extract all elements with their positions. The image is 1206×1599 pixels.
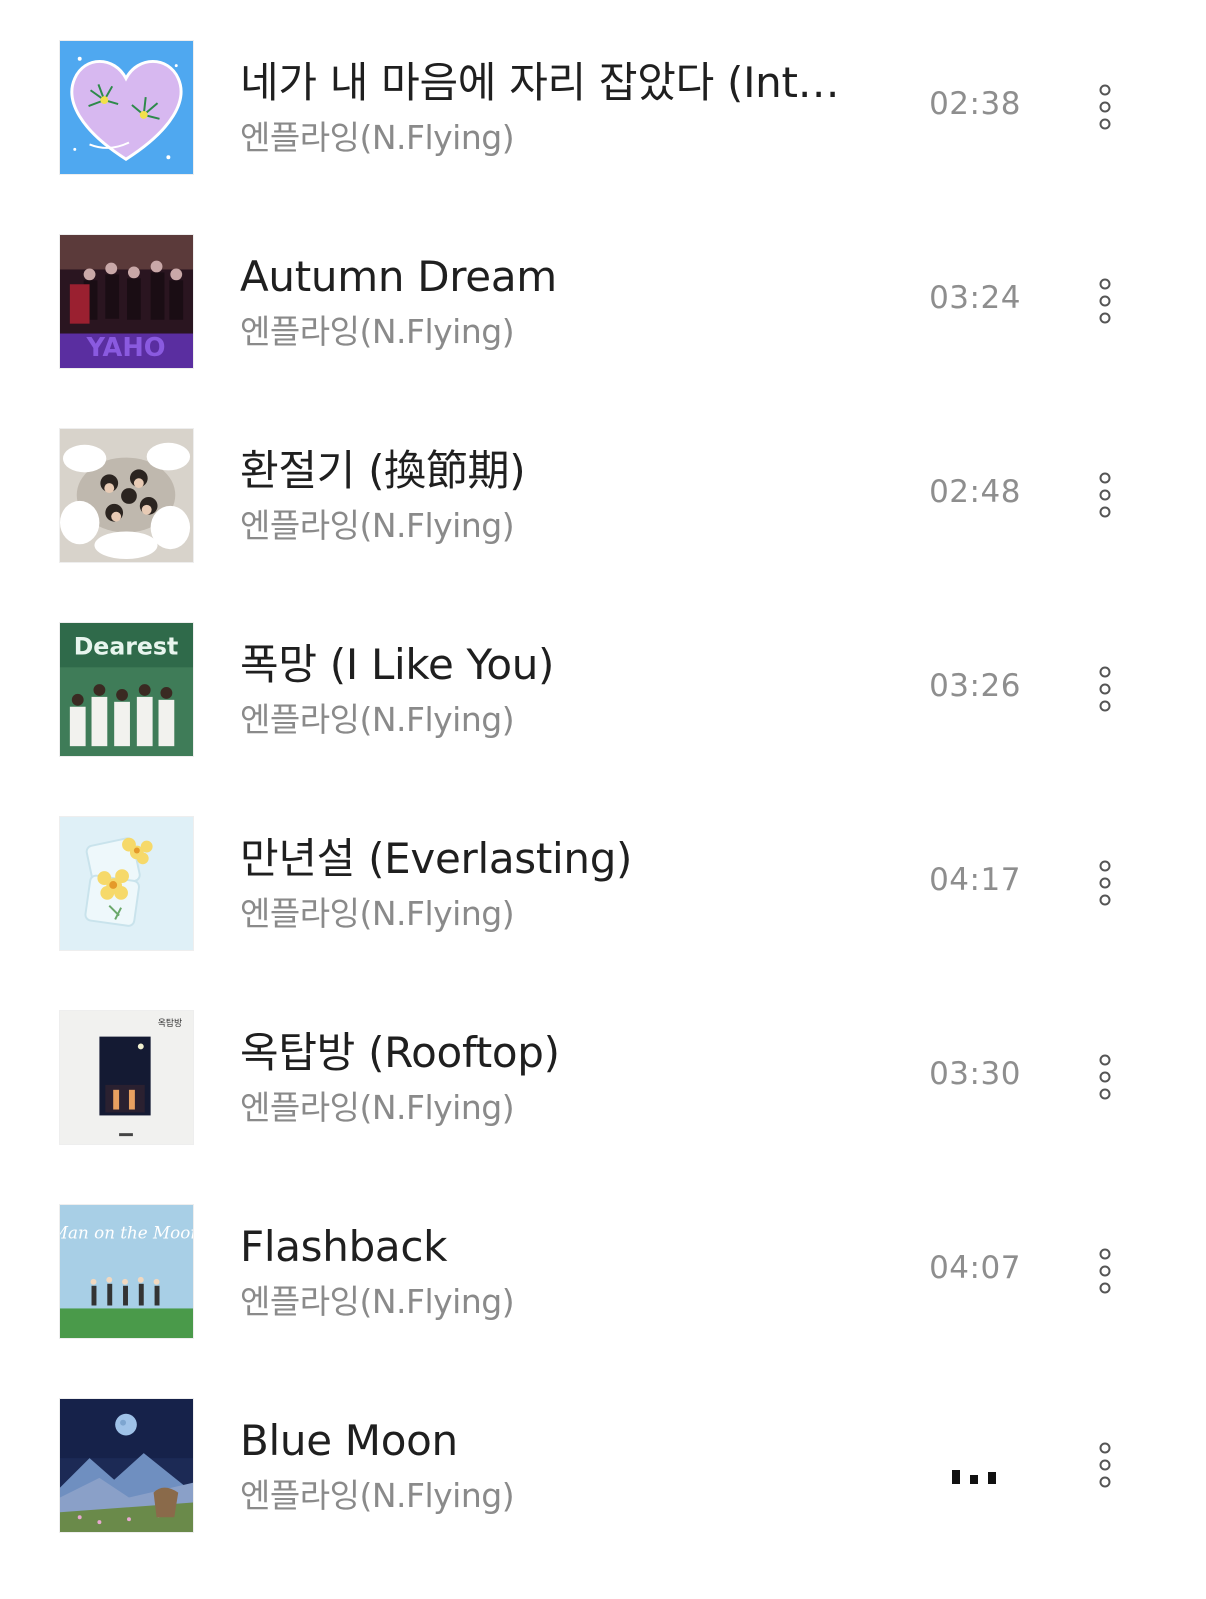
track-artist: 엔플라잉(N.Flying) bbox=[240, 1088, 515, 1127]
flower-ice-album-cover-icon bbox=[59, 816, 194, 951]
track-row[interactable]: 네가 내 마음에 자리 잡았다 (Int… 엔플라잉(N.Flying) 02:… bbox=[0, 0, 1206, 194]
more-vertical-icon bbox=[1099, 84, 1111, 130]
track-duration: 04:17 bbox=[929, 862, 1021, 898]
track-row[interactable]: 옥탑방 옥탑방 (Rooftop) 엔플라잉(N.Flying) 03:30 bbox=[0, 970, 1206, 1164]
more-options-button[interactable] bbox=[1085, 858, 1125, 908]
track-row[interactable]: 만년설 (Everlasting) 엔플라잉(N.Flying) 04:17 bbox=[0, 776, 1206, 970]
track-artist: 엔플라잉(N.Flying) bbox=[240, 312, 515, 351]
more-options-button[interactable] bbox=[1085, 1246, 1125, 1296]
track-row[interactable]: Man on the Moon Flashback 엔플라잉(N.Flying)… bbox=[0, 1164, 1206, 1358]
more-vertical-icon bbox=[1099, 860, 1111, 906]
equalizer-bars-icon bbox=[950, 1454, 1000, 1484]
more-vertical-icon bbox=[1099, 1442, 1111, 1488]
track-row[interactable]: 환절기 (換節期) 엔플라잉(N.Flying) 02:48 bbox=[0, 388, 1206, 582]
more-options-button[interactable] bbox=[1085, 82, 1125, 132]
more-options-button[interactable] bbox=[1085, 664, 1125, 714]
track-title: 만년설 (Everlasting) bbox=[240, 834, 633, 883]
track-row[interactable]: Dearest 폭망 (I Like You) 엔플라잉(N.Flying) 0… bbox=[0, 582, 1206, 776]
track-title: Autumn Dream bbox=[240, 252, 557, 301]
track-artist: 엔플라잉(N.Flying) bbox=[240, 1282, 515, 1321]
track-title: 네가 내 마음에 자리 잡았다 (Int… bbox=[240, 58, 840, 107]
track-duration: 02:48 bbox=[929, 474, 1021, 510]
track-duration: 04:07 bbox=[929, 1250, 1021, 1286]
track-title: 환절기 (換節期) bbox=[240, 446, 526, 495]
track-title: Blue Moon bbox=[240, 1416, 458, 1465]
heart-album-cover-icon bbox=[59, 40, 194, 175]
more-options-button[interactable] bbox=[1085, 276, 1125, 326]
track-duration: 03:30 bbox=[929, 1056, 1021, 1092]
band-photo-album-cover-icon bbox=[59, 428, 194, 563]
track-artist: 엔플라잉(N.Flying) bbox=[240, 700, 515, 739]
more-options-button[interactable] bbox=[1085, 1440, 1125, 1490]
yaho-album-cover-icon: YAHO bbox=[59, 234, 194, 369]
more-vertical-icon bbox=[1099, 1054, 1111, 1100]
track-artist: 엔플라잉(N.Flying) bbox=[240, 506, 515, 545]
track-artist: 엔플라잉(N.Flying) bbox=[240, 1476, 515, 1515]
dearest-album-cover-icon: Dearest bbox=[59, 622, 194, 757]
track-title: 옥탑방 (Rooftop) bbox=[240, 1028, 560, 1077]
more-options-button[interactable] bbox=[1085, 470, 1125, 520]
more-vertical-icon bbox=[1099, 666, 1111, 712]
track-duration: 02:38 bbox=[929, 86, 1021, 122]
more-vertical-icon bbox=[1099, 278, 1111, 324]
svg-text:YAHO: YAHO bbox=[85, 333, 165, 363]
svg-text:옥탑방: 옥탑방 bbox=[158, 1017, 182, 1029]
more-options-button[interactable] bbox=[1085, 1052, 1125, 1102]
svg-text:Man on the Moon: Man on the Moon bbox=[60, 1222, 193, 1242]
more-vertical-icon bbox=[1099, 472, 1111, 518]
blue-moon-album-cover-icon bbox=[59, 1398, 194, 1533]
track-row-now-playing[interactable]: Blue Moon 엔플라잉(N.Flying) bbox=[0, 1358, 1206, 1552]
track-duration: 03:26 bbox=[929, 668, 1021, 704]
track-artist: 엔플라잉(N.Flying) bbox=[240, 894, 515, 933]
track-row[interactable]: YAHO Autumn Dream 엔플라잉(N.Flying) 03:24 bbox=[0, 194, 1206, 388]
track-list: 네가 내 마음에 자리 잡았다 (Int… 엔플라잉(N.Flying) 02:… bbox=[0, 0, 1206, 1599]
rooftop-album-cover-icon: 옥탑방 bbox=[59, 1010, 194, 1145]
more-vertical-icon bbox=[1099, 1248, 1111, 1294]
track-duration: 03:24 bbox=[929, 280, 1021, 316]
man-on-the-moon-album-cover-icon: Man on the Moon bbox=[59, 1204, 194, 1339]
track-title: 폭망 (I Like You) bbox=[240, 640, 555, 689]
svg-text:Dearest: Dearest bbox=[74, 633, 179, 661]
track-title: Flashback bbox=[240, 1222, 448, 1271]
track-artist: 엔플라잉(N.Flying) bbox=[240, 118, 515, 157]
